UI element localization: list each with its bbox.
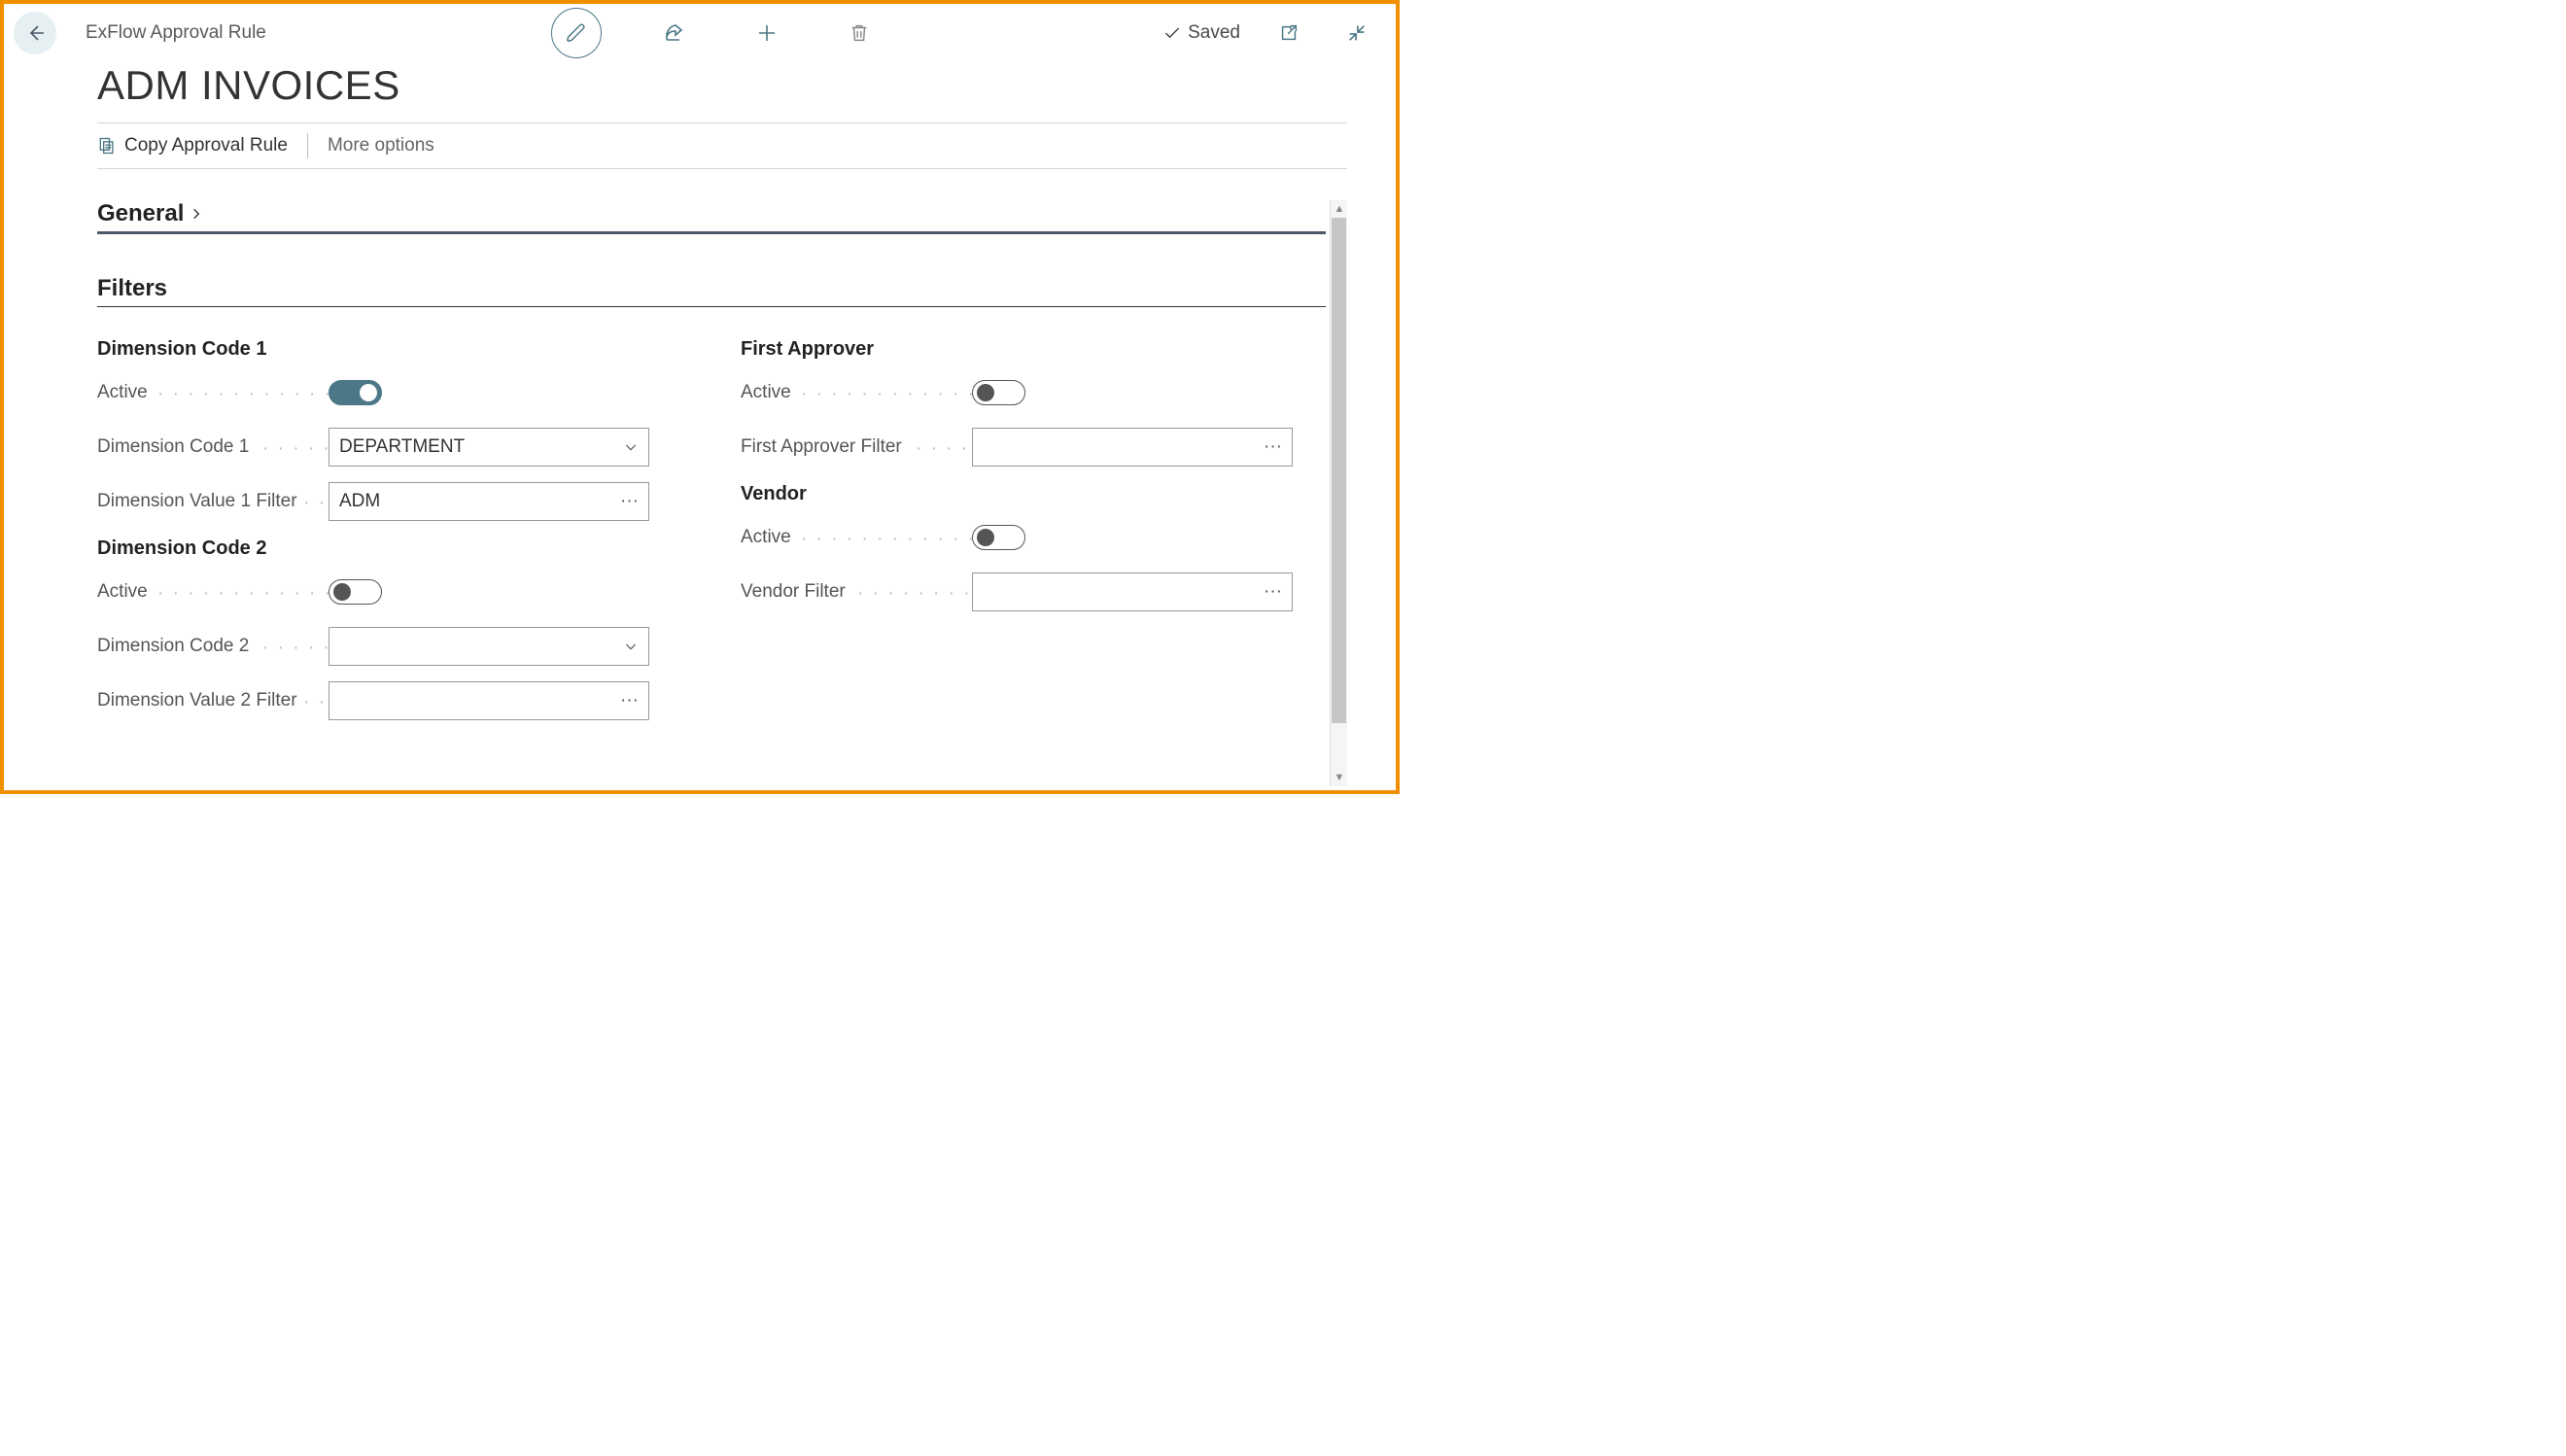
copy-rule-label: Copy Approval Rule (124, 135, 288, 156)
saved-label: Saved (1188, 22, 1240, 44)
first-approver-active-label: Active (741, 382, 972, 403)
dim2-active-row: Active (97, 573, 682, 610)
dim2-active-toggle[interactable] (329, 579, 382, 605)
copy-icon (97, 136, 117, 156)
ellipsis-icon: ··· (620, 491, 639, 512)
content-area: General Filters Dimension Code 1 Active … (97, 200, 1347, 786)
vendor-filter-input[interactable]: ··· (972, 572, 1293, 611)
dim2-active-label: Active (97, 581, 329, 603)
popout-icon (1278, 22, 1300, 44)
first-approver-filter-input[interactable]: ··· (972, 428, 1293, 467)
scroll-down-arrow[interactable]: ▼ (1331, 769, 1347, 786)
share-button[interactable] (655, 14, 694, 52)
vendor-active-label: Active (741, 527, 972, 548)
action-divider (307, 133, 308, 158)
vendor-active-toggle[interactable] (972, 525, 1025, 550)
first-approver-active-toggle[interactable] (972, 380, 1025, 405)
more-options[interactable]: More options (328, 135, 434, 156)
dim1-filter-row: Dimension Value 1 Filter ADM ··· (97, 483, 682, 520)
chevron-right-icon (190, 207, 203, 221)
trash-icon (849, 21, 870, 45)
edit-button[interactable] (551, 8, 602, 58)
scrollbar-thumb[interactable] (1332, 218, 1346, 723)
dim1-filter-input[interactable]: ADM ··· (329, 482, 649, 521)
dim1-code-select[interactable]: DEPARTMENT (329, 428, 649, 467)
collapse-button[interactable] (1337, 14, 1376, 52)
dim2-group-title: Dimension Code 2 (97, 537, 682, 560)
plus-icon (755, 21, 779, 45)
saved-indicator: Saved (1162, 22, 1240, 44)
filters-left-column: Dimension Code 1 Active Dimension Code 1… (97, 332, 682, 737)
filters-label: Filters (97, 275, 167, 302)
pencil-icon (566, 22, 587, 44)
chevron-down-icon (623, 439, 639, 455)
general-section-header[interactable]: General (97, 200, 1326, 234)
dim2-filter-label: Dimension Value 2 Filter (97, 690, 329, 711)
dim1-filter-value: ADM (339, 491, 380, 512)
breadcrumb: ExFlow Approval Rule (86, 22, 266, 44)
dim1-group-title: Dimension Code 1 (97, 338, 682, 361)
vertical-scrollbar[interactable]: ▲ ▼ (1330, 200, 1347, 786)
general-label: General (97, 200, 184, 227)
arrow-left-icon (23, 21, 47, 45)
new-button[interactable] (747, 14, 786, 52)
filters-grid: Dimension Code 1 Active Dimension Code 1… (97, 332, 1326, 737)
dim1-filter-label: Dimension Value 1 Filter (97, 491, 329, 512)
ellipsis-icon: ··· (1264, 436, 1282, 458)
dim1-active-row: Active (97, 374, 682, 411)
filters-section-header[interactable]: Filters (97, 275, 1326, 307)
scroll-up-arrow[interactable]: ▲ (1331, 200, 1347, 218)
first-approver-group-title: First Approver (741, 338, 1326, 361)
dim2-filter-row: Dimension Value 2 Filter ··· (97, 682, 682, 719)
first-approver-filter-row: First Approver Filter ··· (741, 429, 1326, 466)
page-title: ADM INVOICES (4, 54, 1396, 117)
share-icon (663, 21, 686, 45)
popout-button[interactable] (1269, 14, 1308, 52)
collapse-icon (1346, 22, 1368, 44)
header-actions (266, 8, 1162, 58)
filters-right-column: First Approver Active First Approver Fil… (741, 332, 1326, 737)
page-header: ExFlow Approval Rule Saved (4, 4, 1396, 54)
dim1-active-toggle[interactable] (329, 380, 382, 405)
vendor-active-row: Active (741, 519, 1326, 556)
check-icon (1162, 23, 1182, 43)
dim2-code-select[interactable] (329, 627, 649, 666)
first-approver-active-row: Active (741, 374, 1326, 411)
ellipsis-icon: ··· (1264, 581, 1282, 603)
dim1-code-value: DEPARTMENT (339, 436, 465, 458)
first-approver-filter-label: First Approver Filter (741, 436, 972, 458)
copy-rule-action[interactable]: Copy Approval Rule (97, 135, 288, 156)
dim2-code-label: Dimension Code 2 (97, 636, 329, 657)
dim1-active-label: Active (97, 382, 329, 403)
dim2-code-row: Dimension Code 2 (97, 628, 682, 665)
vendor-filter-row: Vendor Filter ··· (741, 573, 1326, 610)
ellipsis-icon: ··· (620, 690, 639, 711)
vendor-filter-label: Vendor Filter (741, 581, 972, 603)
header-right: Saved (1162, 14, 1376, 52)
back-button[interactable] (14, 12, 56, 54)
action-bar: Copy Approval Rule More options (97, 122, 1347, 169)
dim1-code-label: Dimension Code 1 (97, 436, 329, 458)
dim1-code-row: Dimension Code 1 DEPARTMENT (97, 429, 682, 466)
dim2-filter-input[interactable]: ··· (329, 681, 649, 720)
vendor-group-title: Vendor (741, 483, 1326, 505)
delete-button[interactable] (840, 14, 879, 52)
chevron-down-icon (623, 639, 639, 654)
